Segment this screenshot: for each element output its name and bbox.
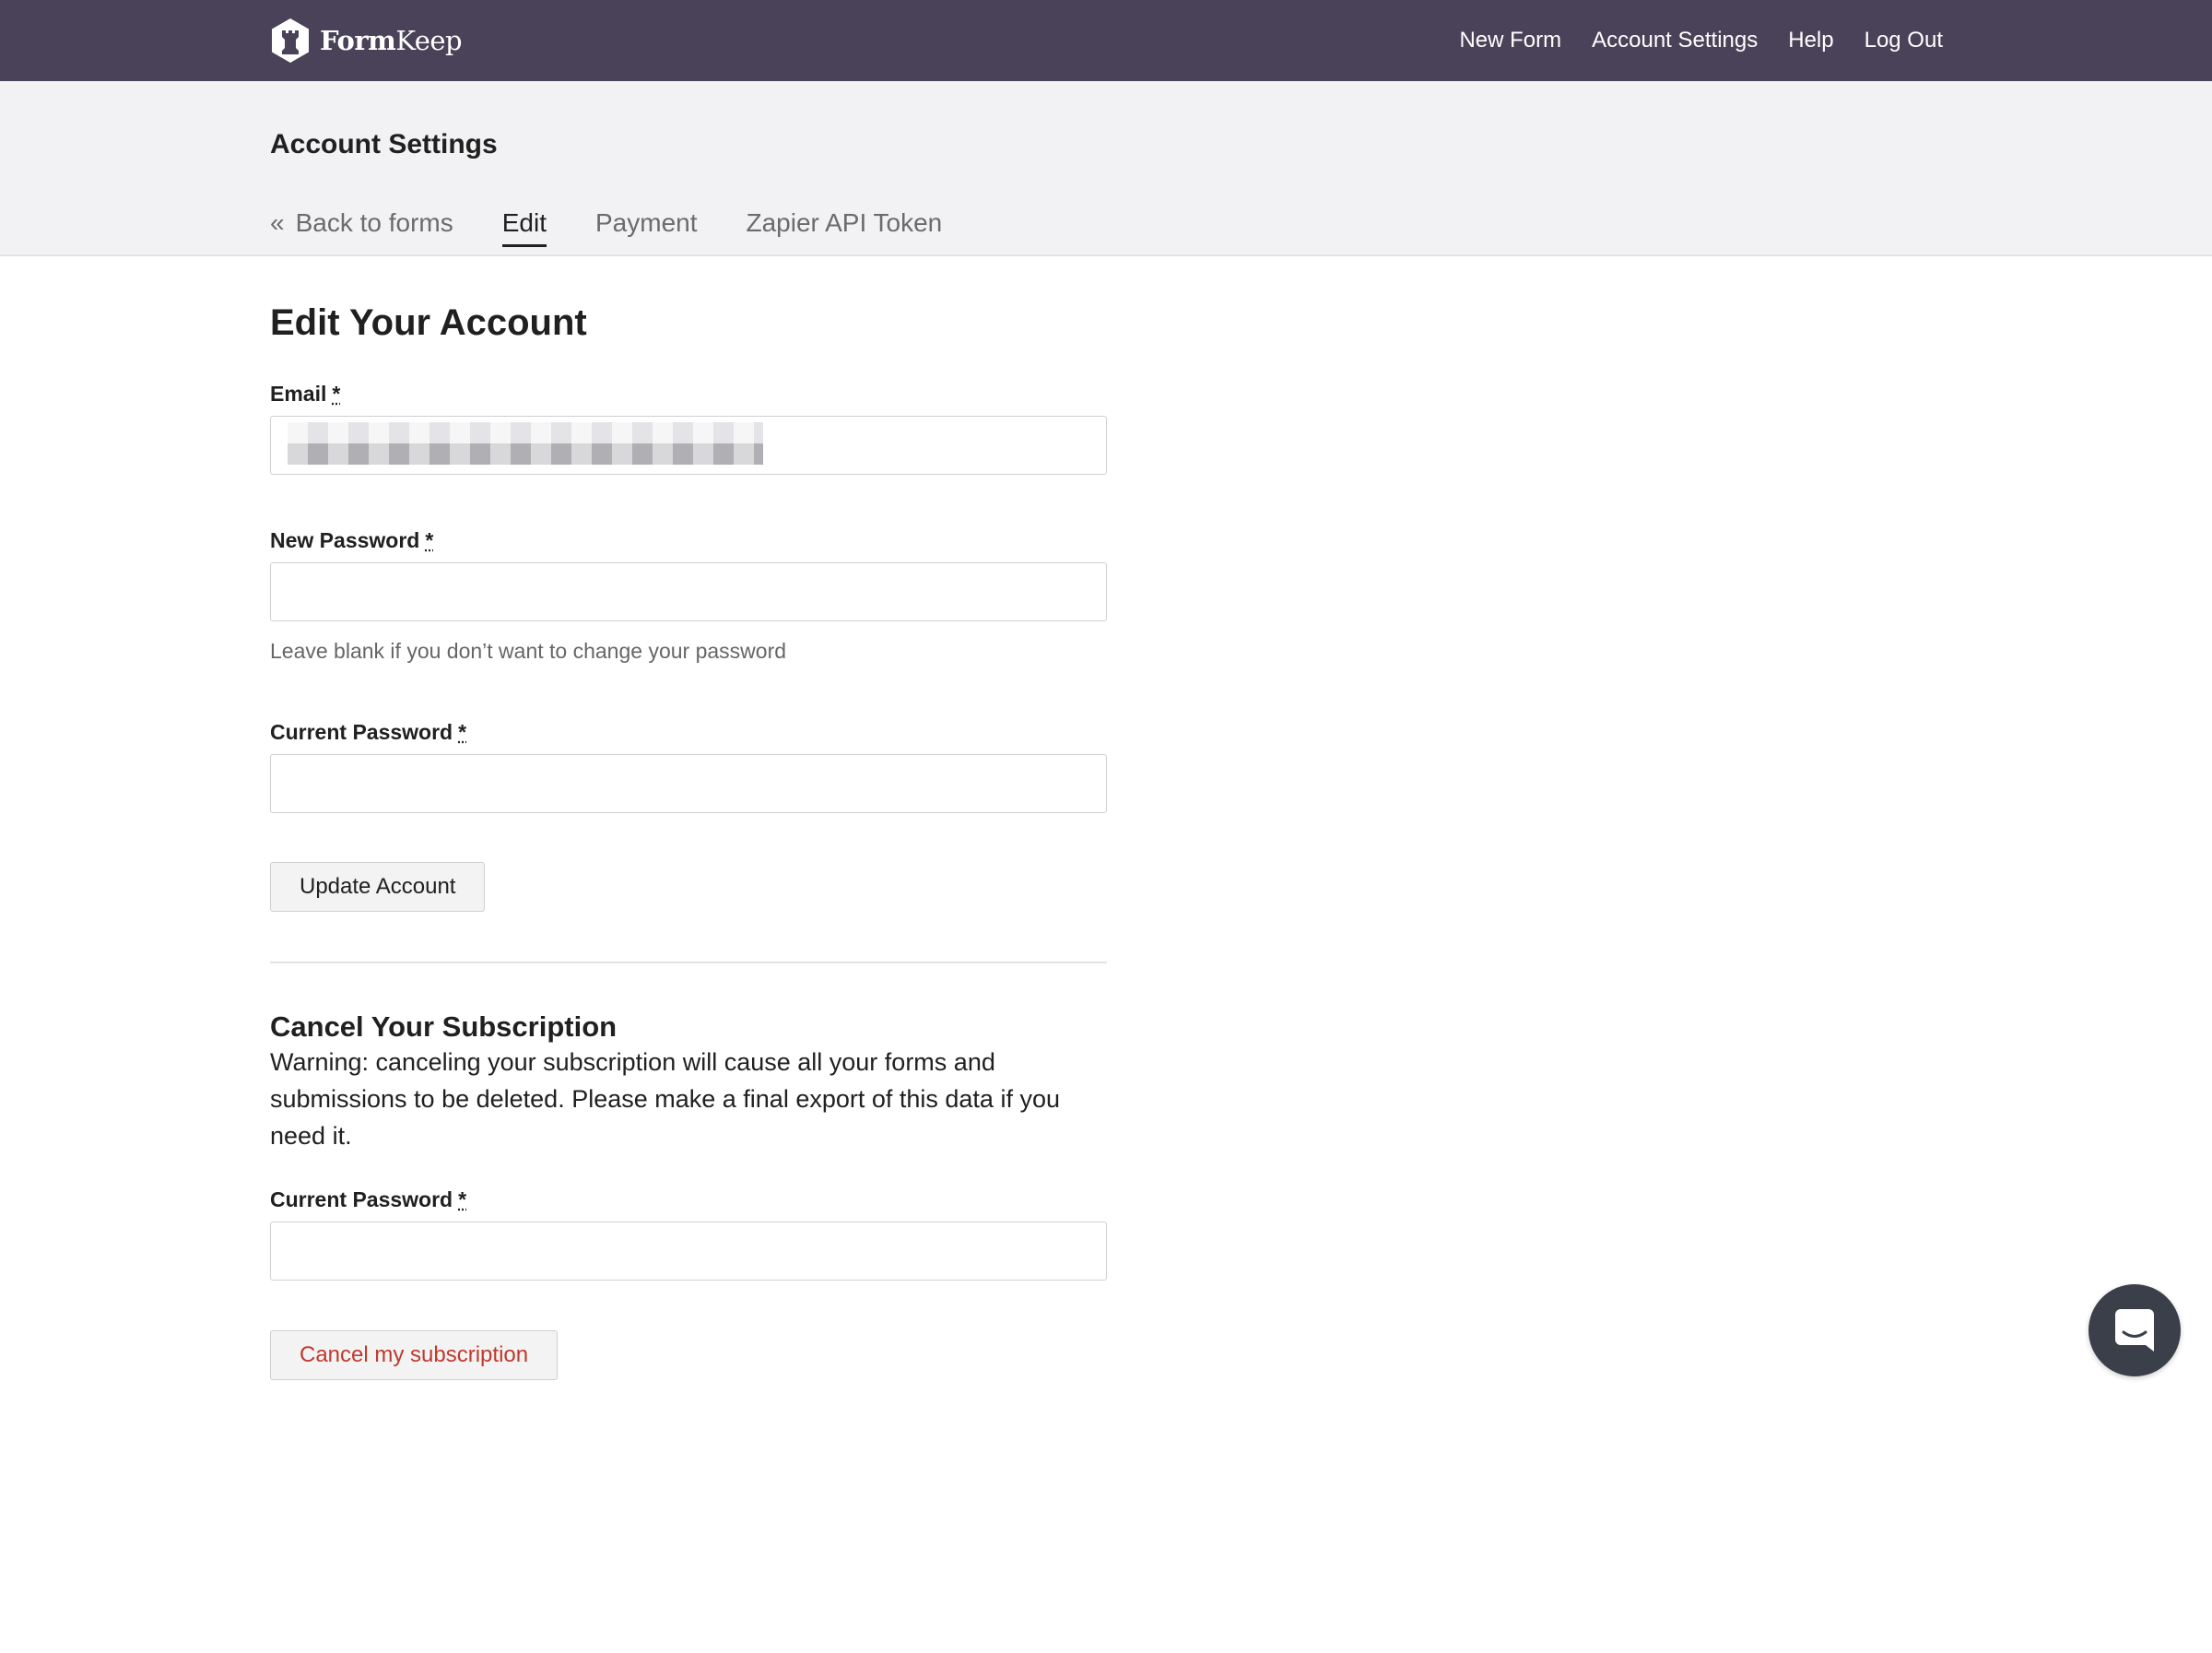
nav-account-settings[interactable]: Account Settings — [1592, 28, 1758, 53]
nav-help[interactable]: Help — [1788, 28, 1833, 53]
tab-edit[interactable]: Edit — [501, 208, 547, 247]
redacted-email-value — [288, 422, 763, 465]
new-password-label: New Password * — [270, 528, 433, 553]
tab-label: Back to forms — [295, 208, 453, 237]
email-label: Email * — [270, 382, 340, 407]
page-header: Account Settings « Back to forms Edit Pay… — [0, 81, 2212, 256]
required-marker: * — [458, 1187, 467, 1211]
current-password-label: Current Password * — [270, 720, 466, 745]
new-password-label-text: New Password — [270, 528, 420, 552]
brand-logo-link[interactable]: FormKeep — [270, 17, 463, 65]
required-marker: * — [332, 382, 341, 406]
new-password-field[interactable] — [270, 562, 1107, 621]
cancel-subscription-button[interactable]: Cancel my subscription — [270, 1330, 559, 1380]
required-marker: * — [458, 720, 467, 744]
nav-links: New Form Account Settings Help Log Out — [1429, 0, 1943, 81]
page-title: Account Settings — [270, 129, 498, 159]
top-navbar: FormKeep New Form Account Settings Help … — [0, 0, 2212, 81]
cancel-warning-text: Warning: canceling your subscription wil… — [270, 1048, 1060, 1150]
required-marker: * — [425, 528, 434, 552]
tab-zapier-api-token[interactable]: Zapier API Token — [747, 208, 943, 247]
rook-hexagon-icon — [272, 18, 309, 63]
double-chevron-left-icon: « — [270, 208, 285, 237]
nav-new-form[interactable]: New Form — [1459, 28, 1561, 53]
cancel-current-password-label: Current Password * — [270, 1187, 466, 1212]
tab-payment[interactable]: Payment — [595, 208, 698, 247]
section-divider — [270, 962, 1107, 963]
email-label-text: Email — [270, 382, 327, 406]
new-password-hint: Leave blank if you don’t want to change … — [270, 639, 787, 663]
cancel-current-password-field[interactable] — [270, 1222, 1107, 1281]
current-password-label-text: Current Password — [270, 720, 453, 744]
tab-back-to-forms[interactable]: « Back to forms — [270, 208, 453, 247]
chat-bubble-icon — [2115, 1309, 2154, 1352]
settings-tabs: « Back to forms Edit Payment Zapier API T… — [270, 208, 991, 254]
brand-name: FormKeep — [320, 25, 463, 56]
email-field[interactable] — [270, 416, 1107, 475]
chat-widget-button[interactable] — [2088, 1284, 2181, 1376]
nav-log-out[interactable]: Log Out — [1865, 28, 1943, 53]
cancel-current-password-label-text: Current Password — [270, 1187, 453, 1211]
current-password-field[interactable] — [270, 754, 1107, 813]
update-account-button[interactable]: Update Account — [270, 862, 486, 912]
edit-account-title: Edit Your Account — [270, 302, 587, 343]
cancel-subscription-title: Cancel Your Subscription — [270, 1010, 618, 1043]
